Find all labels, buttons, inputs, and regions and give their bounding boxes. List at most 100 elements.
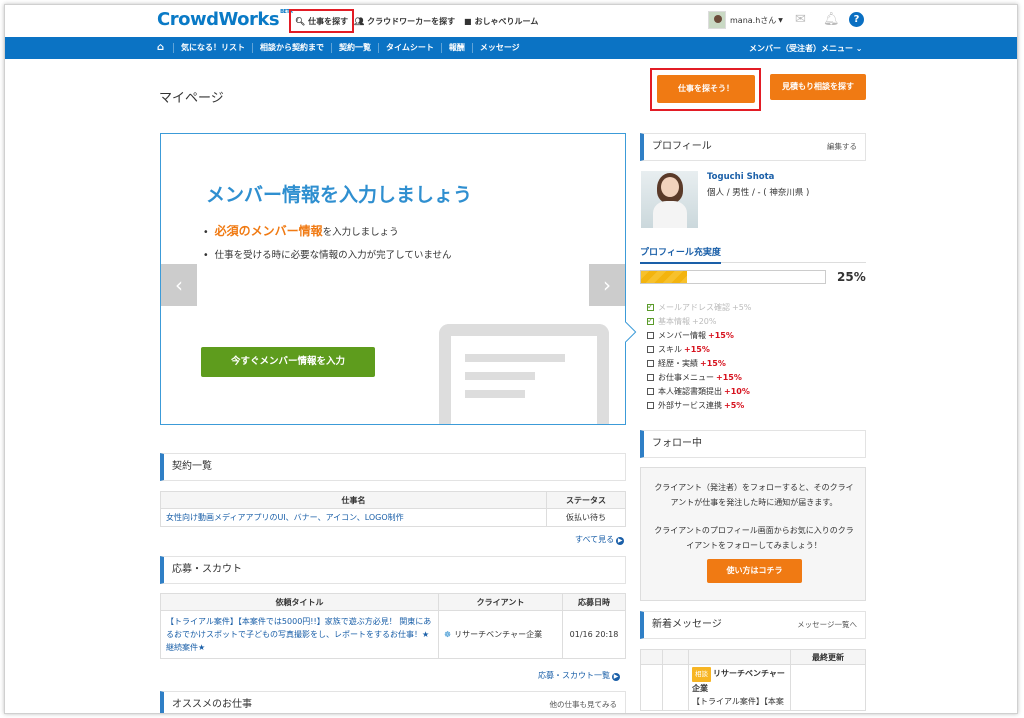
nav-item-consult[interactable]: 相談から契約まで	[252, 43, 331, 53]
hero-bullet-2: 仕事を受ける時に必要な情報の入力が完了していません	[203, 247, 452, 261]
profile-checklist: メールアドレス確認+5% 基本情報+20% メンバー情報+15% スキル+15%…	[647, 300, 751, 413]
recommend-heading: オススメのお仕事 他の仕事も見てみる	[160, 691, 626, 713]
user-menu[interactable]: mana.hさん ▼	[708, 11, 783, 29]
consult-tag: 相談	[692, 667, 711, 682]
nav-room-label: おしゃべりルーム	[474, 16, 539, 26]
nav-item-timesheet[interactable]: タイムシート	[378, 43, 441, 53]
checklist-item[interactable]: メールアドレス確認+5%	[647, 300, 751, 315]
hero-bullet-emph: 必須のメンバー情報	[214, 224, 323, 238]
hero-pointer	[625, 322, 637, 342]
checklist-item[interactable]: 本人確認書類提出 +10%	[647, 385, 751, 399]
nav-chat-room[interactable]: ■ おしゃべりルーム	[464, 11, 538, 31]
contracts-table: 仕事名 ステータス 女性向け動画メディアアプリのUI、バナー、アイコン、LOGO…	[160, 491, 626, 527]
nav-item-contracts[interactable]: 契約一覧	[331, 43, 378, 53]
search-icon: 🔍︎	[295, 16, 306, 26]
messages-list-link[interactable]: メッセージ一覧へ	[797, 612, 857, 638]
profile-heading: プロフィール 編集する	[640, 133, 866, 161]
how-to-button[interactable]: 使い方はコチラ	[707, 559, 802, 583]
checkbox-icon	[647, 388, 654, 395]
chat-icon: ■	[464, 16, 472, 26]
applications-list-link[interactable]: 応募・スカウト一覧 ▶	[538, 670, 620, 681]
profile-photo[interactable]	[641, 171, 698, 228]
checkbox-icon	[647, 300, 654, 314]
follow-text-2: クライアントのプロフィール画面からお気に入りのクライアントをフォローしてみましょ…	[654, 526, 854, 550]
browser-frame: CrowdWorksBETA 🔍︎ 仕事を探す 👥︎ クラウドワーカーを探す ■ おし…	[4, 4, 1018, 714]
table-row[interactable]: 相談 リサーチベンチャー企業 【トライアル案件】【本案	[640, 664, 866, 711]
checklist-item[interactable]: メンバー情報 +15%	[647, 329, 751, 343]
enter-member-info-button[interactable]: 今すぐメンバー情報を入力	[201, 347, 375, 377]
profile-completion-percent: 25%	[837, 270, 866, 284]
hero-banner: メンバー情報を入力しましょう 必須のメンバー情報を入力しましょう 仕事を受ける時…	[160, 133, 626, 425]
follow-text-1: クライアント（発注者）をフォローすると、そのクライアントが仕事を発注した時に通知…	[654, 483, 854, 507]
checklist-item[interactable]: スキル +15%	[647, 343, 751, 357]
col-job-name: 仕事名	[160, 491, 547, 509]
logo[interactable]: CrowdWorksBETA	[157, 9, 293, 30]
profile-completion-title: プロフィール充実度	[640, 245, 721, 264]
checkbox-icon	[647, 332, 654, 339]
col-title: 依頼タイトル	[160, 593, 439, 611]
checkbox-icon	[647, 314, 654, 328]
contract-status: 仮払い待ち	[546, 508, 626, 527]
users-icon: 👥︎	[354, 16, 365, 26]
application-client[interactable]: ☸ リサーチベンチャー企業	[438, 610, 563, 659]
hero-bullets: 必須のメンバー情報を入力しましょう 仕事を受ける時に必要な情報の入力が完了してい…	[203, 222, 452, 269]
table-row[interactable]: 【トライアル案件】【本案件では5000円!!】家族で遊ぶ方必見！ 関東にあるおで…	[160, 610, 626, 659]
mail-icon[interactable]: ✉	[795, 12, 806, 27]
profile-title: プロフィール	[652, 141, 712, 152]
contracts-see-all-link[interactable]: すべて見る ▶	[575, 534, 625, 545]
client-logo-icon: ☸	[444, 630, 452, 639]
profile-completion-bar	[640, 270, 826, 284]
col-client: クライアント	[438, 593, 563, 611]
profile-name[interactable]: Toguchi Shota	[707, 172, 774, 182]
home-icon[interactable]: ⌂	[157, 42, 164, 53]
page-title: マイページ	[159, 91, 224, 106]
carousel-next-button[interactable]: ›	[589, 264, 625, 306]
col-date: 応募日時	[562, 593, 626, 611]
chevron-down-icon: ⌄	[855, 44, 863, 53]
edit-profile-link[interactable]: 編集する	[827, 134, 857, 160]
table-row[interactable]: 女性向け動画メディアアプリのUI、バナー、アイコン、LOGO制作 仮払い待ち	[160, 508, 626, 527]
applications-table: 依頼タイトル クライアント 応募日時 【トライアル案件】【本案件では5000円!…	[160, 593, 626, 659]
profile-completion-fill	[641, 271, 687, 283]
member-menu-label: メンバー（受注者）メニュー	[749, 44, 853, 53]
arrow-right-icon: ▶	[612, 673, 620, 681]
contracts-heading: 契約一覧	[160, 453, 626, 481]
nav-item-rewards[interactable]: 報酬	[440, 43, 472, 53]
main-nav: ⌂ 気になる！リスト 相談から契約まで 契約一覧 タイムシート 報酬 メッセージ…	[5, 37, 1017, 59]
application-title[interactable]: 【トライアル案件】【本案件では5000円!!】家族で遊ぶ方必見！ 関東にあるおで…	[160, 610, 439, 659]
nav-search-jobs[interactable]: 🔍︎ 仕事を探す	[289, 9, 355, 33]
find-jobs-button[interactable]: 仕事を探そう！	[657, 75, 755, 103]
hero-title: メンバー情報を入力しましょう	[206, 184, 473, 206]
checkbox-icon	[647, 360, 654, 367]
nav-item-messages[interactable]: メッセージ	[471, 43, 527, 53]
messages-table: 最終更新 相談 リサーチベンチャー企業 【トライアル案件】【本案	[640, 649, 866, 711]
contract-name[interactable]: 女性向け動画メディアアプリのUI、バナー、アイコン、LOGO制作	[160, 508, 547, 527]
hero-bullet-1: 必須のメンバー情報を入力しましょう	[203, 222, 452, 239]
member-menu[interactable]: メンバー（受注者）メニュー ⌄	[749, 43, 863, 54]
highlight-box: 仕事を探そう！	[650, 68, 761, 111]
checklist-item[interactable]: 基本情報+20%	[647, 314, 751, 329]
col-last-updated: 最終更新	[790, 649, 866, 665]
applications-list-label: 応募・スカウト一覧	[538, 671, 610, 680]
document-icon	[439, 324, 609, 424]
arrow-right-icon: ▶	[616, 537, 625, 545]
carousel-prev-button[interactable]: ‹	[161, 264, 197, 306]
recommend-more-link[interactable]: 他の仕事も見てみる	[550, 692, 618, 713]
checklist-item[interactable]: お仕事メニュー +15%	[647, 371, 751, 385]
nav-workers-label: クラウドワーカーを探す	[367, 16, 456, 26]
hero-bullet-rest: を入力しましょう	[322, 227, 399, 238]
bell-icon[interactable]: 🔔︎	[823, 12, 840, 27]
checkbox-icon	[647, 346, 654, 353]
follow-heading: フォロー中	[640, 430, 866, 458]
find-estimate-button[interactable]: 見積もり相談を探す	[770, 74, 866, 100]
application-date: 01/16 20:18	[562, 610, 626, 659]
nav-find-workers[interactable]: 👥︎ クラウドワーカーを探す	[354, 11, 455, 31]
nav-item-watchlist[interactable]: 気になる！リスト	[173, 43, 252, 53]
avatar	[708, 11, 726, 29]
message-preview: 【トライアル案件】【本案	[692, 697, 784, 706]
checklist-item[interactable]: 外部サービス連携 +5%	[647, 399, 751, 413]
messages-heading: 新着メッセージ メッセージ一覧へ	[640, 611, 866, 639]
help-icon[interactable]: ?	[849, 12, 864, 27]
checklist-item[interactable]: 経歴・実績 +15%	[647, 357, 751, 371]
follow-box: クライアント（発注者）をフォローすると、そのクライアントが仕事を発注した時に通知…	[640, 467, 866, 601]
